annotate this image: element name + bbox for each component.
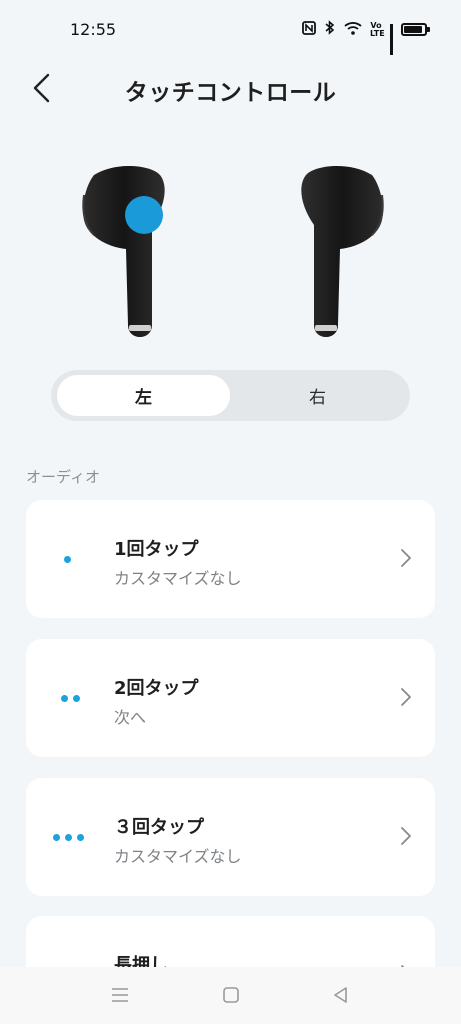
status-icons: Vo LTE [302,20,430,55]
double-dot-icon [61,691,80,705]
double-tap-card[interactable]: 2回タップ 次へ [26,639,435,757]
side-toggle: 左 右 [51,370,410,421]
page-title: タッチコントロール [124,80,337,106]
card-subtitle: カスタマイズなし [114,847,242,866]
card-title: ３回タップ [114,817,204,838]
back-nav-icon[interactable] [330,985,352,1005]
single-tap-card[interactable]: 1回タップ カスタマイズなし [26,500,435,618]
signal-icon [390,23,393,55]
tab-left[interactable]: 左 [57,375,230,416]
triple-dot-icon [53,830,84,844]
card-title: 1回タップ [114,539,199,560]
menu-icon[interactable] [109,985,131,1005]
card-title: 2回タップ [114,678,199,699]
battery-icon [401,23,430,36]
card-subtitle: カスタマイズなし [114,569,242,588]
status-bar: 12:55 Vo LTE [0,0,461,60]
nfc-icon [302,20,316,39]
status-time: 12:55 [70,20,117,39]
tab-right[interactable]: 右 [231,375,404,416]
triple-tap-card[interactable]: ３回タップ カスタマイズなし [26,778,435,896]
chevron-right-icon [401,688,411,706]
header: タッチコントロール [0,60,461,116]
card-subtitle: 次へ [114,708,147,727]
left-earbud-image [82,165,165,337]
chevron-right-icon [401,827,411,845]
chevron-right-icon [401,549,411,567]
bluetooth-icon [324,20,336,39]
volte-icon: Vo LTE [370,20,385,38]
wifi-icon [344,21,362,39]
section-label-audio: オーディオ [26,468,100,486]
home-icon[interactable] [220,985,242,1005]
single-dot-icon [64,552,71,566]
system-nav-bar [0,967,461,1024]
right-earbud-image [301,165,384,337]
earbuds-illustration [0,155,461,345]
